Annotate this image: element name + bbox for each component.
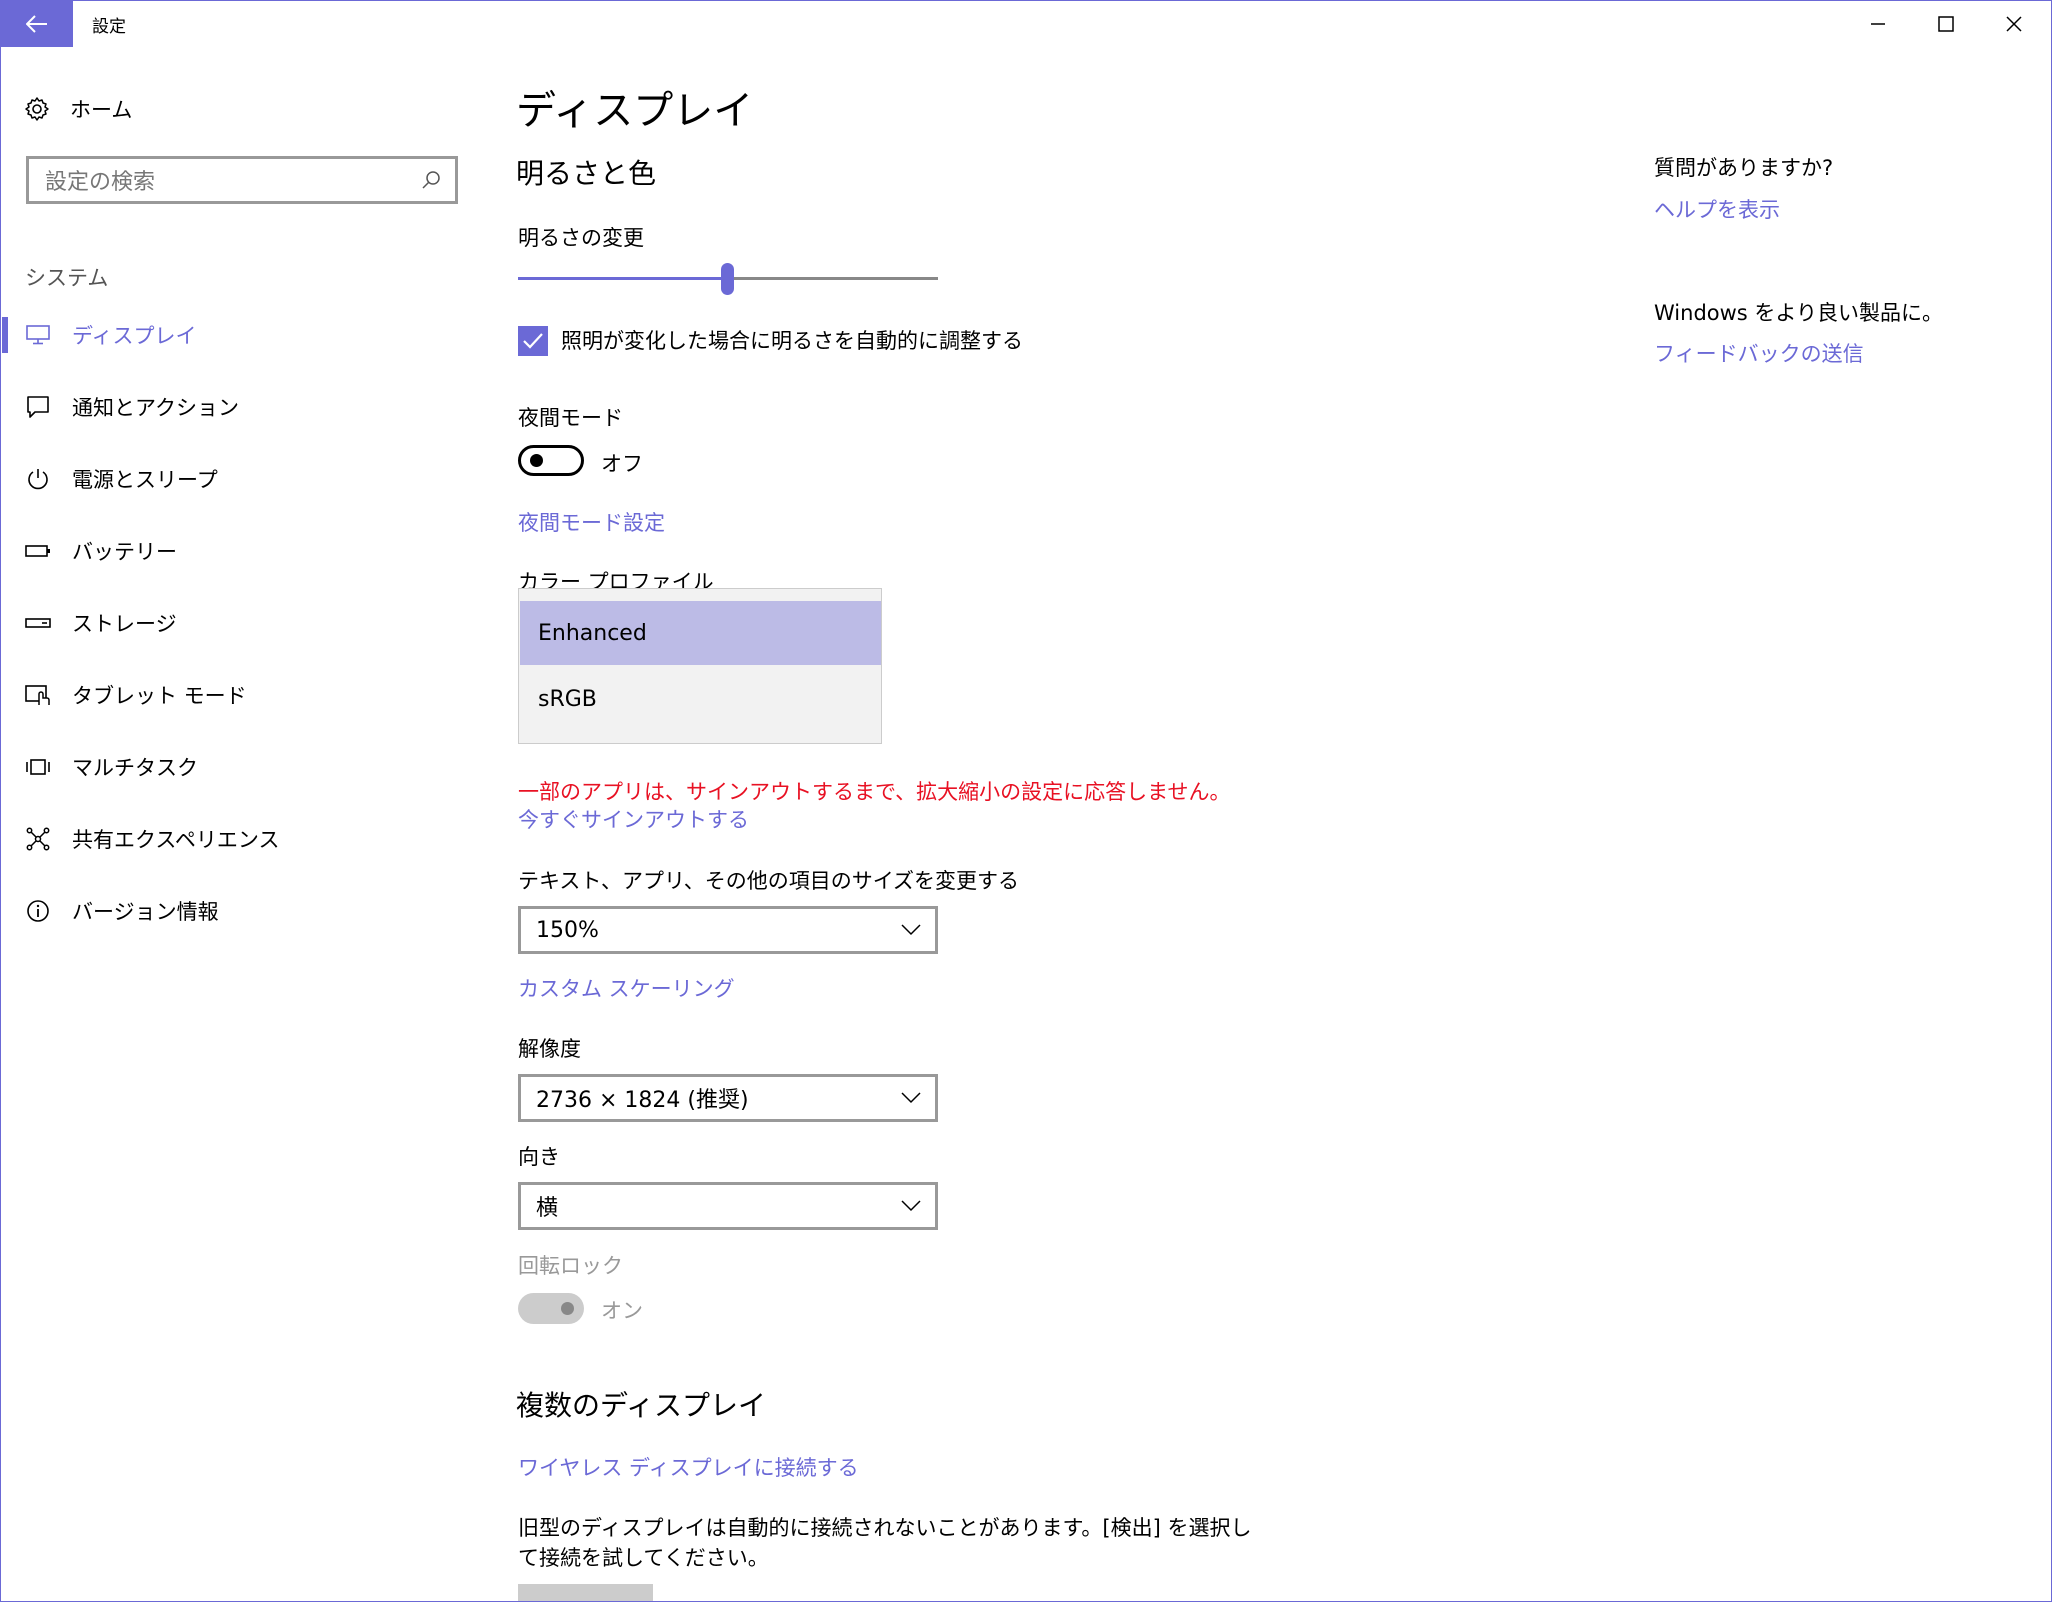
sidebar-item-label: 電源とスリープ: [72, 468, 218, 492]
sidebar-item-label: バージョン情報: [72, 900, 219, 924]
brightness-label: 明るさの変更: [518, 226, 644, 250]
sidebar-item-multitasking[interactable]: マルチタスク: [0, 745, 470, 789]
sidebar-item-label: 共有エクスペリエンス: [72, 828, 280, 852]
brightness-slider-fill: [518, 277, 728, 280]
question-heading: 質問がありますか?: [1654, 156, 1834, 180]
sidebar-item-label: タブレット モード: [72, 684, 247, 708]
sidebar-item-tablet-mode[interactable]: タブレット モード: [0, 673, 470, 717]
chevron-down-icon: [901, 924, 921, 936]
rotation-lock-state: オン: [601, 1299, 643, 1323]
minimize-button[interactable]: [1844, 1, 1912, 47]
color-profile-dropdown[interactable]: Enhanced sRGB: [518, 588, 882, 744]
color-profile-option-enhanced[interactable]: Enhanced: [520, 601, 881, 665]
night-mode-state: オフ: [601, 452, 643, 476]
window-title: 設定: [92, 17, 126, 37]
close-button[interactable]: [1980, 1, 2048, 47]
search-icon[interactable]: [421, 170, 441, 190]
drive-icon: [24, 609, 52, 637]
sidebar-item-notifications[interactable]: 通知とアクション: [0, 385, 470, 429]
orientation-label: 向き: [518, 1145, 560, 1169]
custom-scaling-link[interactable]: カスタム スケーリング: [518, 973, 735, 1003]
gear-icon: [25, 97, 49, 121]
sidebar-item-label: マルチタスク: [72, 756, 198, 780]
night-mode-toggle[interactable]: [518, 445, 584, 476]
section-heading-brightness: 明るさと色: [516, 157, 657, 190]
share-icon: [24, 825, 52, 853]
home-label: ホーム: [70, 98, 133, 122]
sign-out-link[interactable]: 今すぐサインアウトする: [518, 804, 749, 834]
close-icon: [2006, 16, 2022, 32]
search-placeholder: 設定の検索: [45, 170, 156, 195]
sidebar-item-label: バッテリー: [72, 540, 177, 564]
page-title: ディスプレイ: [516, 88, 754, 134]
maximize-button[interactable]: [1912, 1, 1980, 47]
brightness-slider-thumb[interactable]: [721, 263, 734, 295]
rotation-lock-toggle[interactable]: [518, 1293, 584, 1324]
maximize-icon: [1938, 16, 1954, 32]
orientation-value: 横: [536, 1196, 559, 1221]
sidebar-item-display[interactable]: ディスプレイ: [0, 313, 470, 357]
minimize-icon: [1871, 23, 1885, 25]
detect-button[interactable]: [518, 1584, 653, 1602]
sidebar-item-shared-experiences[interactable]: 共有エクスペリエンス: [0, 817, 470, 861]
back-arrow-icon: [26, 15, 47, 33]
night-mode-label: 夜間モード: [518, 406, 623, 430]
sidebar-item-label: 通知とアクション: [72, 396, 239, 420]
battery-icon: [24, 537, 52, 565]
sidebar-item-about[interactable]: バージョン情報: [0, 889, 470, 933]
home-nav[interactable]: ホーム: [24, 92, 132, 126]
scale-select[interactable]: 150%: [518, 906, 938, 954]
feedback-link[interactable]: フィードバックの送信: [1654, 338, 1864, 368]
power-icon: [24, 465, 52, 493]
sidebar-item-label: ストレージ: [72, 612, 177, 636]
resolution-value: 2736 × 1824 (推奨): [536, 1088, 749, 1113]
scale-value: 150%: [536, 917, 599, 943]
rotation-lock-label: 回転ロック: [518, 1254, 623, 1278]
auto-brightness-label: 照明が変化した場合に明るさを自動的に調整する: [561, 329, 1023, 353]
sidebar-item-power[interactable]: 電源とスリープ: [0, 457, 470, 501]
night-mode-settings-link[interactable]: 夜間モード設定: [518, 507, 665, 537]
auto-brightness-checkbox[interactable]: [518, 326, 548, 356]
resolution-select[interactable]: 2736 × 1824 (推奨): [518, 1074, 938, 1122]
checkmark-icon: [523, 333, 543, 349]
help-link[interactable]: ヘルプを表示: [1654, 194, 1780, 224]
feedback-heading: Windows をより良い製品に。: [1654, 301, 1943, 325]
sidebar-item-battery[interactable]: バッテリー: [0, 529, 470, 573]
chevron-down-icon: [901, 1092, 921, 1104]
color-profile-option-srgb[interactable]: sRGB: [520, 667, 881, 731]
orientation-select[interactable]: 横: [518, 1182, 938, 1230]
wireless-display-link[interactable]: ワイヤレス ディスプレイに接続する: [518, 1452, 859, 1482]
legacy-display-text-line1: 旧型のディスプレイは自動的に接続されないことがあります。[検出] を選択し: [518, 1516, 1252, 1540]
monitor-icon: [24, 321, 52, 349]
info-icon: [24, 897, 52, 925]
warning-message: 一部のアプリは、サインアウトするまで、拡大縮小の設定に応答しません。: [518, 780, 1231, 804]
legacy-display-text-line2: て接続を試してください。: [518, 1546, 769, 1570]
sidebar-item-storage[interactable]: ストレージ: [0, 601, 470, 645]
multitask-icon: [24, 753, 52, 781]
tablet-mode-icon: [24, 681, 52, 709]
section-label-system: システム: [25, 266, 109, 290]
search-input[interactable]: 設定の検索: [26, 156, 458, 204]
back-button[interactable]: [1, 1, 73, 47]
resolution-label: 解像度: [518, 1037, 581, 1061]
scale-label: テキスト、アプリ、その他の項目のサイズを変更する: [518, 869, 1020, 893]
chevron-down-icon: [901, 1200, 921, 1212]
message-icon: [24, 393, 52, 421]
sidebar-item-label: ディスプレイ: [72, 324, 197, 348]
section-heading-multiple-displays: 複数のディスプレイ: [516, 1389, 767, 1422]
brightness-slider-track[interactable]: [728, 277, 938, 280]
